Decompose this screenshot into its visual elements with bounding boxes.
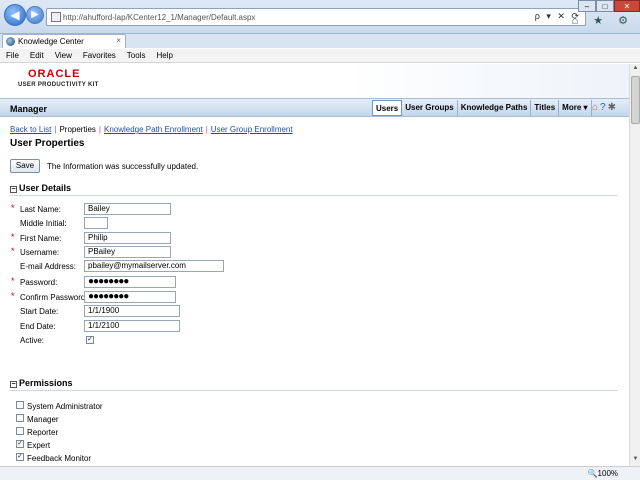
section-title: User Details: [19, 183, 72, 193]
save-button[interactable]: Save: [10, 159, 40, 173]
permission-checkbox[interactable]: [16, 401, 24, 409]
middle-initial-field[interactable]: [84, 217, 108, 229]
user-group-enrollment-link[interactable]: User Group Enrollment: [211, 125, 293, 134]
minimize-button[interactable]: –: [578, 0, 596, 12]
separator: |: [54, 125, 57, 134]
menu-help[interactable]: Help: [156, 49, 172, 62]
username-label: Username:: [20, 248, 60, 257]
vertical-scrollbar[interactable]: ▲ ▼: [629, 64, 640, 466]
permission-label: Reporter: [27, 428, 59, 437]
middle-initial-label: Middle Initial:: [20, 219, 67, 228]
required-marker: *: [11, 246, 15, 256]
permission-label: Expert: [27, 441, 51, 450]
active-label: Active:: [20, 336, 45, 345]
confirm-password-label: Confirm Password:: [20, 293, 88, 302]
ie-icon: [6, 37, 15, 46]
user-details-heading[interactable]: − User Details: [10, 183, 71, 193]
close-window-button[interactable]: ✕: [614, 0, 640, 12]
last-name-label: Last Name:: [20, 205, 61, 214]
collapse-icon[interactable]: −: [10, 186, 17, 193]
first-name-label: First Name:: [20, 234, 62, 243]
username-field[interactable]: PBailey: [84, 246, 171, 258]
nav-users[interactable]: Users: [372, 100, 403, 116]
nav-user-groups[interactable]: User Groups: [402, 100, 458, 116]
email-label: E-mail Address:: [20, 262, 77, 271]
tab-knowledge-center[interactable]: Knowledge Center ×: [2, 34, 126, 48]
required-marker: *: [11, 203, 15, 213]
sub-navigation: Back to List | Properties | Knowledge Path E…: [10, 125, 293, 134]
permission-label: Feedback Monitor: [27, 454, 92, 463]
required-marker: *: [11, 232, 15, 242]
back-to-list-link[interactable]: Back to List: [10, 125, 51, 134]
scroll-down-icon[interactable]: ▼: [631, 456, 640, 465]
page-title: User Properties: [10, 138, 85, 149]
home-icon[interactable]: ⌂: [592, 102, 600, 113]
browser-toolbar: ◀ ▶ http://ahufford-lap/KCenter12_1/Mana…: [0, 0, 640, 34]
end-date-label: End Date:: [20, 322, 56, 331]
separator: |: [98, 125, 101, 134]
scroll-up-icon[interactable]: ▲: [631, 65, 640, 74]
back-icon[interactable]: ◀: [4, 4, 26, 26]
nav-more[interactable]: More ▾: [559, 100, 592, 116]
app-title: Manager: [10, 104, 48, 114]
last-name-field[interactable]: Bailey: [84, 203, 171, 215]
help-icon[interactable]: ?: [600, 102, 608, 113]
section-title: Permissions: [19, 378, 73, 388]
window-controls: – □ ✕: [578, 0, 640, 12]
required-marker: *: [11, 291, 15, 301]
settings-icon[interactable]: ✱: [608, 102, 618, 113]
end-date-field[interactable]: 1/1/2100: [84, 320, 180, 332]
divider: [10, 390, 618, 391]
forward-icon[interactable]: ▶: [26, 6, 44, 24]
nav-titles[interactable]: Titles: [531, 100, 560, 116]
zoom-level[interactable]: 🔍100%: [588, 469, 618, 478]
app-nav: Users User Groups Knowledge Paths Titles…: [372, 100, 592, 116]
first-name-field[interactable]: Philip: [84, 232, 171, 244]
permission-checkbox[interactable]: ✓: [16, 440, 24, 448]
status-bar: 🔍100%: [0, 466, 640, 480]
required-marker: *: [11, 276, 15, 286]
confirm-password-field[interactable]: ●●●●●●●●: [84, 291, 176, 303]
menu-edit[interactable]: Edit: [30, 49, 44, 62]
permissions-heading[interactable]: − Permissions: [10, 378, 73, 388]
app-icons: ⌂?✱: [592, 102, 618, 113]
menu-favorites[interactable]: Favorites: [83, 49, 116, 62]
properties-current: Properties: [59, 125, 96, 134]
knowledge-path-enrollment-link[interactable]: Knowledge Path Enrollment: [104, 125, 203, 134]
address-bar[interactable]: http://ahufford-lap/KCenter12_1/Manager/…: [46, 8, 586, 26]
page-icon: [51, 12, 61, 22]
active-checkbox[interactable]: ✓: [86, 336, 94, 344]
browser-toolbar-icons[interactable]: ⌂ ★ ⚙: [572, 14, 634, 27]
product-name: USER PRODUCTIVITY KIT: [18, 82, 99, 88]
permission-label: System Administrator: [27, 402, 103, 411]
tab-close-icon[interactable]: ×: [116, 36, 121, 45]
start-date-field[interactable]: 1/1/1900: [84, 305, 180, 317]
menu-view[interactable]: View: [55, 49, 72, 62]
separator: |: [205, 125, 208, 134]
tab-title: Knowledge Center: [18, 37, 84, 46]
menu-file[interactable]: File: [6, 49, 19, 62]
scroll-thumb[interactable]: [631, 76, 640, 124]
maximize-button[interactable]: □: [596, 0, 614, 12]
status-message: The Information was successfully updated…: [47, 162, 199, 171]
menu-bar: File Edit View Favorites Tools Help: [0, 49, 640, 63]
nav-knowledge-paths[interactable]: Knowledge Paths: [458, 100, 532, 116]
password-field[interactable]: ●●●●●●●●: [84, 276, 176, 288]
permission-label: Manager: [27, 415, 59, 424]
oracle-logo: ORACLE: [28, 68, 81, 80]
url-text[interactable]: http://ahufford-lap/KCenter12_1/Manager/…: [63, 13, 255, 22]
app-navigation-bar: Manager Users User Groups Knowledge Path…: [0, 98, 629, 117]
menu-tools[interactable]: Tools: [127, 49, 146, 62]
permission-checkbox[interactable]: [16, 427, 24, 435]
page-content: ORACLE USER PRODUCTIVITY KIT Manager Use…: [0, 64, 629, 466]
permission-checkbox[interactable]: ✓: [16, 453, 24, 461]
email-field[interactable]: pbailey@mymailserver.com: [84, 260, 224, 272]
divider: [10, 195, 618, 196]
permission-checkbox[interactable]: [16, 414, 24, 422]
collapse-icon[interactable]: −: [10, 381, 17, 388]
start-date-label: Start Date:: [20, 307, 59, 316]
password-label: Password:: [20, 278, 58, 287]
brand-header: ORACLE USER PRODUCTIVITY KIT: [0, 64, 629, 98]
tab-strip: Knowledge Center ×: [0, 34, 640, 48]
